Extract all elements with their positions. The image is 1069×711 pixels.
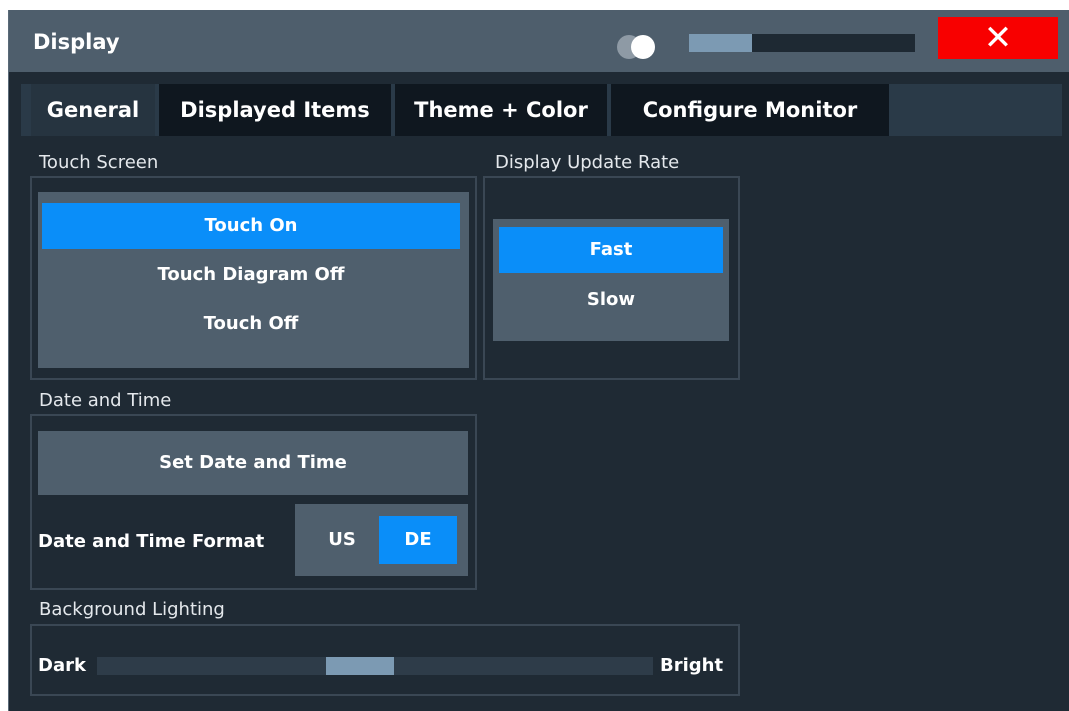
transparency-slider[interactable] — [689, 34, 915, 52]
touch-diagram-off-option[interactable]: Touch Diagram Off — [42, 252, 460, 298]
bright-label: Bright — [660, 655, 724, 676]
touch-on-option[interactable]: Touch On — [42, 203, 460, 249]
background-lighting-slider[interactable] — [97, 657, 653, 675]
touch-screen-options: Touch On Touch Diagram Off Touch Off — [38, 192, 469, 368]
date-time-format-label: Date and Time Format — [38, 531, 265, 552]
tab-general[interactable]: General — [31, 84, 155, 136]
transparency-toggle-icon[interactable] — [617, 35, 663, 59]
title-bar[interactable]: Display ✕ — [9, 10, 1069, 72]
date-time-heading: Date and Time — [39, 390, 172, 411]
date-time-format-toggle: US DE — [295, 504, 468, 576]
touch-off-option[interactable]: Touch Off — [42, 301, 460, 347]
fast-option[interactable]: Fast — [499, 227, 723, 273]
tab-bar: General Displayed Items Theme + Color Co… — [21, 84, 1069, 136]
transparency-slider-fill — [689, 34, 752, 52]
tab-configure-monitor[interactable]: Configure Monitor — [611, 84, 889, 136]
format-de-option[interactable]: DE — [379, 516, 457, 564]
dark-label: Dark — [38, 655, 86, 676]
background-lighting-heading: Background Lighting — [39, 599, 225, 620]
update-rate-heading: Display Update Rate — [495, 152, 680, 173]
slow-option[interactable]: Slow — [499, 277, 723, 323]
touch-screen-heading: Touch Screen — [39, 152, 159, 173]
update-rate-options: Fast Slow — [493, 219, 729, 341]
close-button[interactable]: ✕ — [938, 17, 1058, 59]
format-us-option[interactable]: US — [307, 516, 377, 564]
tab-theme-color[interactable]: Theme + Color — [395, 84, 607, 136]
display-dialog: Display ✕ General Displayed Items Theme … — [8, 10, 1069, 711]
background-lighting-slider-thumb[interactable] — [326, 657, 394, 675]
dialog-title: Display — [33, 30, 120, 54]
tab-displayed-items[interactable]: Displayed Items — [159, 84, 391, 136]
set-date-time-button[interactable]: Set Date and Time — [38, 431, 468, 495]
